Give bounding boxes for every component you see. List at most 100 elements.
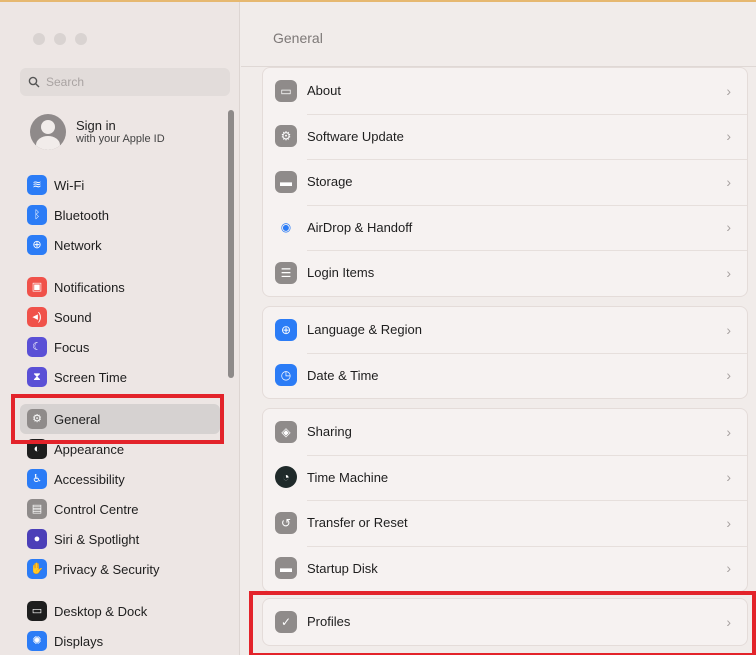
settings-row-label: Sharing <box>307 424 352 440</box>
search-field[interactable] <box>20 68 230 96</box>
settings-row-date-and-time[interactable]: ◷ Date & Time › <box>263 352 747 399</box>
chevron-right-icon: › <box>726 514 731 531</box>
sidebar-item-desktop-and-dock[interactable]: ▭ Desktop & Dock <box>20 596 220 626</box>
sidebar-item-general[interactable]: ⚙ General <box>20 404 220 434</box>
sidebar-item-bluetooth[interactable]: ᛒ Bluetooth <box>20 200 220 230</box>
sidebar-scrollbar[interactable] <box>228 110 234 378</box>
settings-row-startup-disk[interactable]: ▬ Startup Disk › <box>263 545 747 592</box>
settings-row-language-and-region[interactable]: ⊕ Language & Region › <box>263 307 747 353</box>
settings-group: ⊕ Language & Region › ◷ Date & Time › <box>262 306 748 399</box>
settings-row-sharing[interactable]: ◈ Sharing › <box>263 409 747 455</box>
settings-row-about[interactable]: ▭ About › <box>263 68 747 114</box>
signin-title: Sign in <box>76 118 116 133</box>
control-centre-icon: ▤ <box>27 499 47 519</box>
sidebar-group: ▣ Notifications ◂) Sound ☾ Focus ⧗ Screen Time <box>20 272 220 392</box>
settings-row-profiles[interactable]: ✓ Profiles › <box>263 599 747 645</box>
chevron-right-icon: › <box>726 469 731 486</box>
chevron-right-icon: › <box>726 367 731 384</box>
settings-row-storage[interactable]: ▬ Storage › <box>263 159 747 205</box>
airdrop-icon: ◉ <box>275 216 297 239</box>
sidebar-item-label: Wi-Fi <box>54 177 85 193</box>
main-pane: General ▭ About › ⚙ Software Update › ▬ Storage… <box>241 2 756 655</box>
sound-icon: ◂) <box>27 307 47 327</box>
settings-row-label: Date & Time <box>307 367 379 383</box>
sidebar-item-label: Siri & Spotlight <box>54 531 140 547</box>
sidebar-item-notifications[interactable]: ▣ Notifications <box>20 272 220 302</box>
settings-group: ▭ About › ⚙ Software Update › ▬ Storage › ◉ AirDro… <box>262 67 748 297</box>
settings-row-label: Time Machine <box>307 469 389 485</box>
wifi-icon: ≋ <box>27 175 47 195</box>
window-controls <box>33 33 87 45</box>
settings-row-software-update[interactable]: ⚙ Software Update › <box>263 113 747 160</box>
desktop-dock-icon: ▭ <box>27 601 47 621</box>
software-update-icon: ⚙ <box>275 125 297 148</box>
screen-time-icon: ⧗ <box>27 367 47 387</box>
sidebar-item-network[interactable]: ⊕ Network <box>20 230 220 260</box>
sidebar-item-siri-and-spotlight[interactable]: ● Siri & Spotlight <box>20 524 220 554</box>
sidebar-item-label: Focus <box>54 339 90 355</box>
sidebar-group: ≋ Wi-Fi ᛒ Bluetooth ⊕ Network <box>20 170 220 260</box>
search-input[interactable] <box>46 75 216 89</box>
zoom-window-button[interactable] <box>75 33 87 45</box>
chevron-right-icon: › <box>726 173 731 190</box>
about-icon: ▭ <box>275 79 297 102</box>
date-time-icon: ◷ <box>275 364 297 387</box>
sidebar-item-focus[interactable]: ☾ Focus <box>20 332 220 362</box>
startup-disk-icon: ▬ <box>275 557 297 580</box>
sidebar-item-label: Notifications <box>54 279 125 295</box>
language-globe-icon: ⊕ <box>275 318 297 341</box>
settings-row-label: Transfer or Reset <box>307 515 408 531</box>
settings-group: ◈ Sharing › ◔ Time Machine › ↺ Transfer or Rese… <box>262 408 748 592</box>
settings-row-label: Startup Disk <box>307 560 378 576</box>
sidebar: Sign in with your Apple ID ≋ Wi-Fi ᛒ Blueto… <box>0 2 240 655</box>
sidebar-item-label: General <box>54 411 101 427</box>
sidebar-item-accessibility[interactable]: ♿ Accessibility <box>20 464 220 494</box>
chevron-right-icon: › <box>726 264 731 281</box>
chevron-right-icon: › <box>726 128 731 145</box>
sidebar-item-appearance[interactable]: ◐ Appearance <box>20 434 220 464</box>
settings-row-time-machine[interactable]: ◔ Time Machine › <box>263 454 747 501</box>
sidebar-item-screen-time[interactable]: ⧗ Screen Time <box>20 362 220 392</box>
profiles-check-icon: ✓ <box>275 610 297 633</box>
sidebar-item-label: Control Centre <box>54 501 139 517</box>
time-machine-icon: ◔ <box>275 466 297 489</box>
settings-row-label: AirDrop & Handoff <box>307 219 413 235</box>
sidebar-item-label: Sound <box>54 309 92 325</box>
network-icon: ⊕ <box>27 235 47 255</box>
settings-row-label: About <box>307 83 341 99</box>
search-icon <box>28 76 40 88</box>
sidebar-item-label: Appearance <box>54 441 125 457</box>
sidebar-item-label: Accessibility <box>54 471 125 487</box>
siri-icon: ● <box>27 529 47 549</box>
appearance-icon: ◐ <box>27 439 47 459</box>
chevron-right-icon: › <box>726 82 731 99</box>
displays-icon: ✺ <box>27 631 47 651</box>
chevron-right-icon: › <box>726 560 731 577</box>
minimize-window-button[interactable] <box>54 33 66 45</box>
sidebar-item-sound[interactable]: ◂) Sound <box>20 302 220 332</box>
sidebar-item-label: Bluetooth <box>54 207 109 223</box>
login-items-icon: ☰ <box>275 261 297 284</box>
sidebar-item-displays[interactable]: ✺ Displays <box>20 626 220 655</box>
sidebar-item-label: Desktop & Dock <box>54 603 148 619</box>
apple-id-signin[interactable]: Sign in with your Apple ID <box>30 114 165 150</box>
settings-row-login-items[interactable]: ☰ Login Items › <box>263 250 747 296</box>
settings-row-airdrop-and-handoff[interactable]: ◉ AirDrop & Handoff › <box>263 204 747 251</box>
settings-row-transfer-or-reset[interactable]: ↺ Transfer or Reset › <box>263 500 747 546</box>
chevron-right-icon: › <box>726 219 731 236</box>
storage-icon: ▬ <box>275 170 297 193</box>
page-title: General <box>273 30 323 46</box>
chevron-right-icon: › <box>726 423 731 440</box>
chevron-right-icon: › <box>726 613 731 630</box>
sidebar-item-label: Displays <box>54 633 104 649</box>
sidebar-item-privacy-and-security[interactable]: ✋ Privacy & Security <box>20 554 220 584</box>
signin-subtitle: with your Apple ID <box>76 133 165 145</box>
sidebar-item-control-centre[interactable]: ▤ Control Centre <box>20 494 220 524</box>
sidebar-group: ▭ Desktop & Dock ✺ Displays <box>20 596 220 655</box>
sidebar-item-label: Network <box>54 237 102 253</box>
close-window-button[interactable] <box>33 33 45 45</box>
focus-icon: ☾ <box>27 337 47 357</box>
privacy-hand-icon: ✋ <box>27 559 47 579</box>
sidebar-item-label: Privacy & Security <box>54 561 160 577</box>
sidebar-item-wi-fi[interactable]: ≋ Wi-Fi <box>20 170 220 200</box>
